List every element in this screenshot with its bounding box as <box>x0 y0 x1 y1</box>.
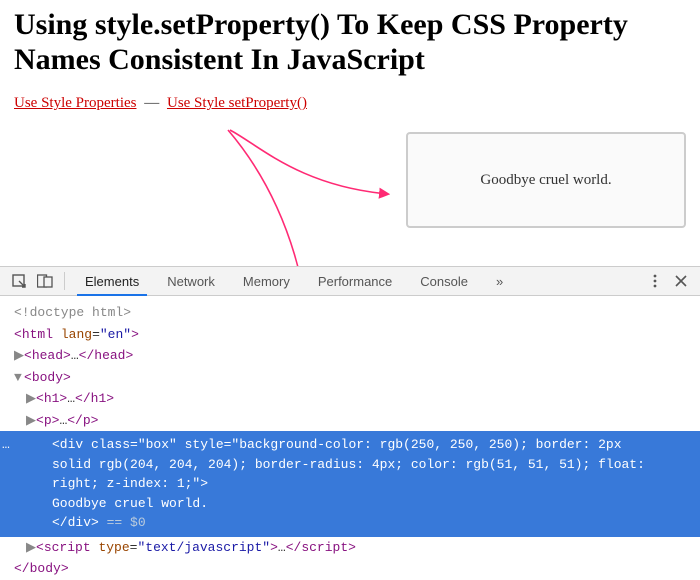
use-style-setproperty-link[interactable]: Use Style setProperty() <box>167 95 307 111</box>
demo-box: Goodbye cruel world. <box>406 132 686 228</box>
toolbar-divider <box>64 272 65 290</box>
tab-overflow[interactable]: » <box>482 267 517 295</box>
code-doctype: <!doctype html> <box>0 302 700 324</box>
tab-elements[interactable]: Elements <box>71 267 153 295</box>
kebab-menu-icon[interactable] <box>644 270 666 292</box>
demo-box-text: Goodbye cruel world. <box>480 172 611 189</box>
inspect-icon[interactable] <box>8 270 30 292</box>
code-body-close: </body> <box>0 558 700 580</box>
code-html-open: <html lang="en"> <box>0 324 700 346</box>
code-selected-div[interactable]: … <div class="box" style="background-col… <box>0 431 700 537</box>
devtools-panel: Elements Network Memory Performance Cons… <box>0 266 700 565</box>
code-h1[interactable]: ▶<h1>…</h1> <box>0 388 700 410</box>
tab-performance[interactable]: Performance <box>304 267 406 295</box>
code-p[interactable]: ▶<p>…</p> <box>0 410 700 432</box>
code-body-open[interactable]: ▼<body> <box>0 367 700 389</box>
links-row: Use Style Properties — Use Style setProp… <box>14 95 686 112</box>
device-toggle-icon[interactable] <box>34 270 56 292</box>
use-style-properties-link[interactable]: Use Style Properties <box>14 95 136 111</box>
page-title: Using style.setProperty() To Keep CSS Pr… <box>14 8 686 77</box>
tab-network[interactable]: Network <box>153 267 229 295</box>
sel-line-1: <div class="box" style="background-color… <box>52 435 690 455</box>
close-icon[interactable] <box>670 270 692 292</box>
elements-tree[interactable]: <!doctype html> <html lang="en"> ▶<head>… <box>0 296 700 580</box>
ellipsis-icon: … <box>2 435 10 455</box>
code-head[interactable]: ▶<head>…</head> <box>0 345 700 367</box>
code-script[interactable]: ▶<script type="text/javascript">…</scrip… <box>0 537 700 559</box>
devtools-toolbar: Elements Network Memory Performance Cons… <box>0 266 700 296</box>
tab-console[interactable]: Console <box>406 267 482 295</box>
tab-memory[interactable]: Memory <box>229 267 304 295</box>
sel-line-2: solid rgb(204, 204, 204); border-radius:… <box>52 455 690 475</box>
sel-line-3: right; z-index: 1;"> <box>52 474 690 494</box>
link-separator: — <box>140 95 163 111</box>
sel-line-4: Goodbye cruel world. <box>52 494 690 514</box>
sel-line-5: </div> == $0 <box>52 513 690 533</box>
